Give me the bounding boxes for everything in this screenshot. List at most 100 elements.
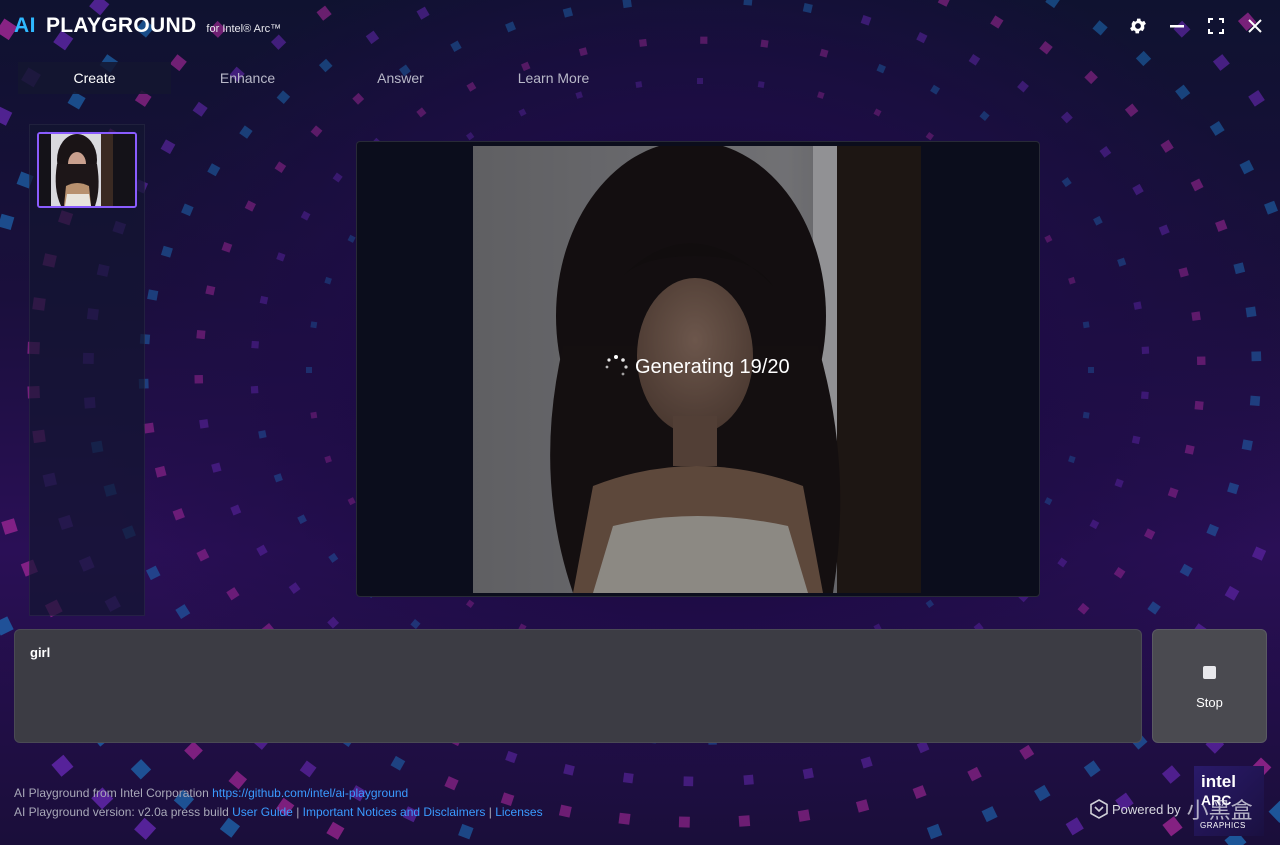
swirl-dot <box>0 106 13 126</box>
main-tabs: Create Enhance Answer Learn More <box>18 62 630 94</box>
watermark-brand: 小黑盒 <box>1186 798 1253 823</box>
swirl-dot <box>221 241 233 253</box>
swirl-dot <box>1158 224 1170 236</box>
swirl-dot <box>1084 70 1098 85</box>
swirl-dot <box>1141 391 1149 400</box>
swirl-dot <box>244 200 256 212</box>
swirl-dot <box>1068 455 1076 464</box>
swirl-dot <box>1175 84 1191 100</box>
swirl-dot <box>563 764 575 776</box>
footer-line-1: AI Playground from Intel Corporation htt… <box>14 784 543 803</box>
swirl-dot <box>518 108 527 117</box>
stop-icon <box>1203 666 1216 679</box>
swirl-dot <box>696 77 704 85</box>
github-link[interactable]: https://github.com/intel/ai-playground <box>212 786 408 800</box>
swirl-dot <box>743 774 754 786</box>
swirl-dot <box>199 419 209 429</box>
brand-subtitle: for Intel® Arc™ <box>206 23 282 35</box>
swirl-dot <box>324 455 332 464</box>
swirl-dot <box>925 599 935 608</box>
image-history-panel <box>29 124 145 616</box>
swirl-dot <box>1191 311 1201 321</box>
footer-separator: | <box>296 805 300 819</box>
swirl-dot <box>1117 257 1127 267</box>
swirl-dot <box>160 139 176 155</box>
swirl-dot <box>1248 89 1265 107</box>
swirl-dot <box>635 81 643 88</box>
swirl-dot <box>1245 306 1257 318</box>
swirl-dot <box>416 107 427 118</box>
swirl-dot <box>273 473 283 483</box>
swirl-dot <box>1060 111 1073 124</box>
swirl-dot <box>968 54 981 66</box>
swirl-dot <box>239 125 253 139</box>
minimize-button[interactable] <box>1165 14 1189 38</box>
swirl-dot <box>1113 567 1126 579</box>
swirl-dot <box>352 92 365 105</box>
swirl-dot <box>1184 444 1195 455</box>
tab-learn-more[interactable]: Learn More <box>477 62 630 94</box>
swirl-dot <box>1068 276 1076 285</box>
swirl-dot <box>175 604 191 619</box>
swirl-dot <box>390 755 406 771</box>
swirl-dot <box>1077 602 1090 615</box>
footer-separator: | <box>488 805 492 819</box>
maximize-button[interactable] <box>1204 14 1228 38</box>
close-button[interactable] <box>1243 14 1267 38</box>
swirl-dot <box>1178 267 1189 278</box>
swirl-dot <box>1135 50 1152 67</box>
swirl-dot <box>1065 817 1084 836</box>
swirl-dot <box>1239 159 1254 175</box>
swirl-dot <box>160 245 173 258</box>
notices-link[interactable]: Important Notices and Disclaimers <box>303 805 486 819</box>
swirl-dot <box>192 101 208 117</box>
prompt-text: girl <box>30 645 51 660</box>
prompt-input[interactable]: girl <box>14 629 1142 743</box>
tab-create[interactable]: Create <box>18 62 171 94</box>
swirl-dot <box>1 518 18 535</box>
swirl-dot <box>1083 760 1101 778</box>
swirl-dot <box>1114 478 1124 488</box>
swirl-dot <box>678 816 690 828</box>
settings-button[interactable] <box>1126 14 1150 38</box>
xiaoheihe-logo-icon <box>1090 799 1108 819</box>
title-bar: AI PLAYGROUND for Intel® Arc™ <box>0 0 1280 52</box>
watermark-text: Powered by <box>1112 801 1181 817</box>
swirl-dot <box>1227 482 1240 495</box>
swirl-dot <box>1099 146 1112 158</box>
swirl-dot <box>1251 546 1267 561</box>
swirl-dot <box>1019 744 1035 760</box>
swirl-dot <box>211 462 222 473</box>
swirl-dot <box>860 756 873 769</box>
swirl-dot <box>196 548 210 562</box>
swirl-dot <box>410 618 421 630</box>
swirl-dot <box>757 81 765 88</box>
swirl-dot <box>1082 321 1090 329</box>
swirl-dot <box>505 750 518 764</box>
swirl-dot <box>328 552 339 563</box>
swirl-dot <box>51 754 74 777</box>
swirl-dot <box>1057 557 1068 568</box>
swirl-dot <box>0 213 15 231</box>
swirl-dot <box>1233 262 1246 275</box>
watermark: Powered by 小黑盒 <box>1090 793 1253 825</box>
swirl-dot <box>230 504 242 516</box>
swirl-dot <box>912 785 927 800</box>
tab-answer[interactable]: Answer <box>324 62 477 94</box>
swirl-dot <box>1034 784 1051 802</box>
version-text: AI Playground version: v2.0a press build <box>14 805 229 819</box>
swirl-dot <box>172 508 185 521</box>
swirl-dot <box>930 84 941 95</box>
swirl-dot <box>130 759 152 780</box>
tab-enhance[interactable]: Enhance <box>171 62 324 94</box>
licenses-link[interactable]: Licenses <box>495 805 542 819</box>
swirl-dot <box>276 252 286 262</box>
stop-button[interactable]: Stop <box>1152 629 1267 743</box>
brand-playground: PLAYGROUND <box>46 14 197 37</box>
history-thumbnail[interactable] <box>37 132 137 208</box>
swirl-dot <box>297 514 307 525</box>
user-guide-link[interactable]: User Guide <box>232 805 293 819</box>
swirl-dot <box>1268 800 1280 823</box>
swirl-dot <box>181 203 194 217</box>
swirl-dot <box>1196 356 1206 366</box>
